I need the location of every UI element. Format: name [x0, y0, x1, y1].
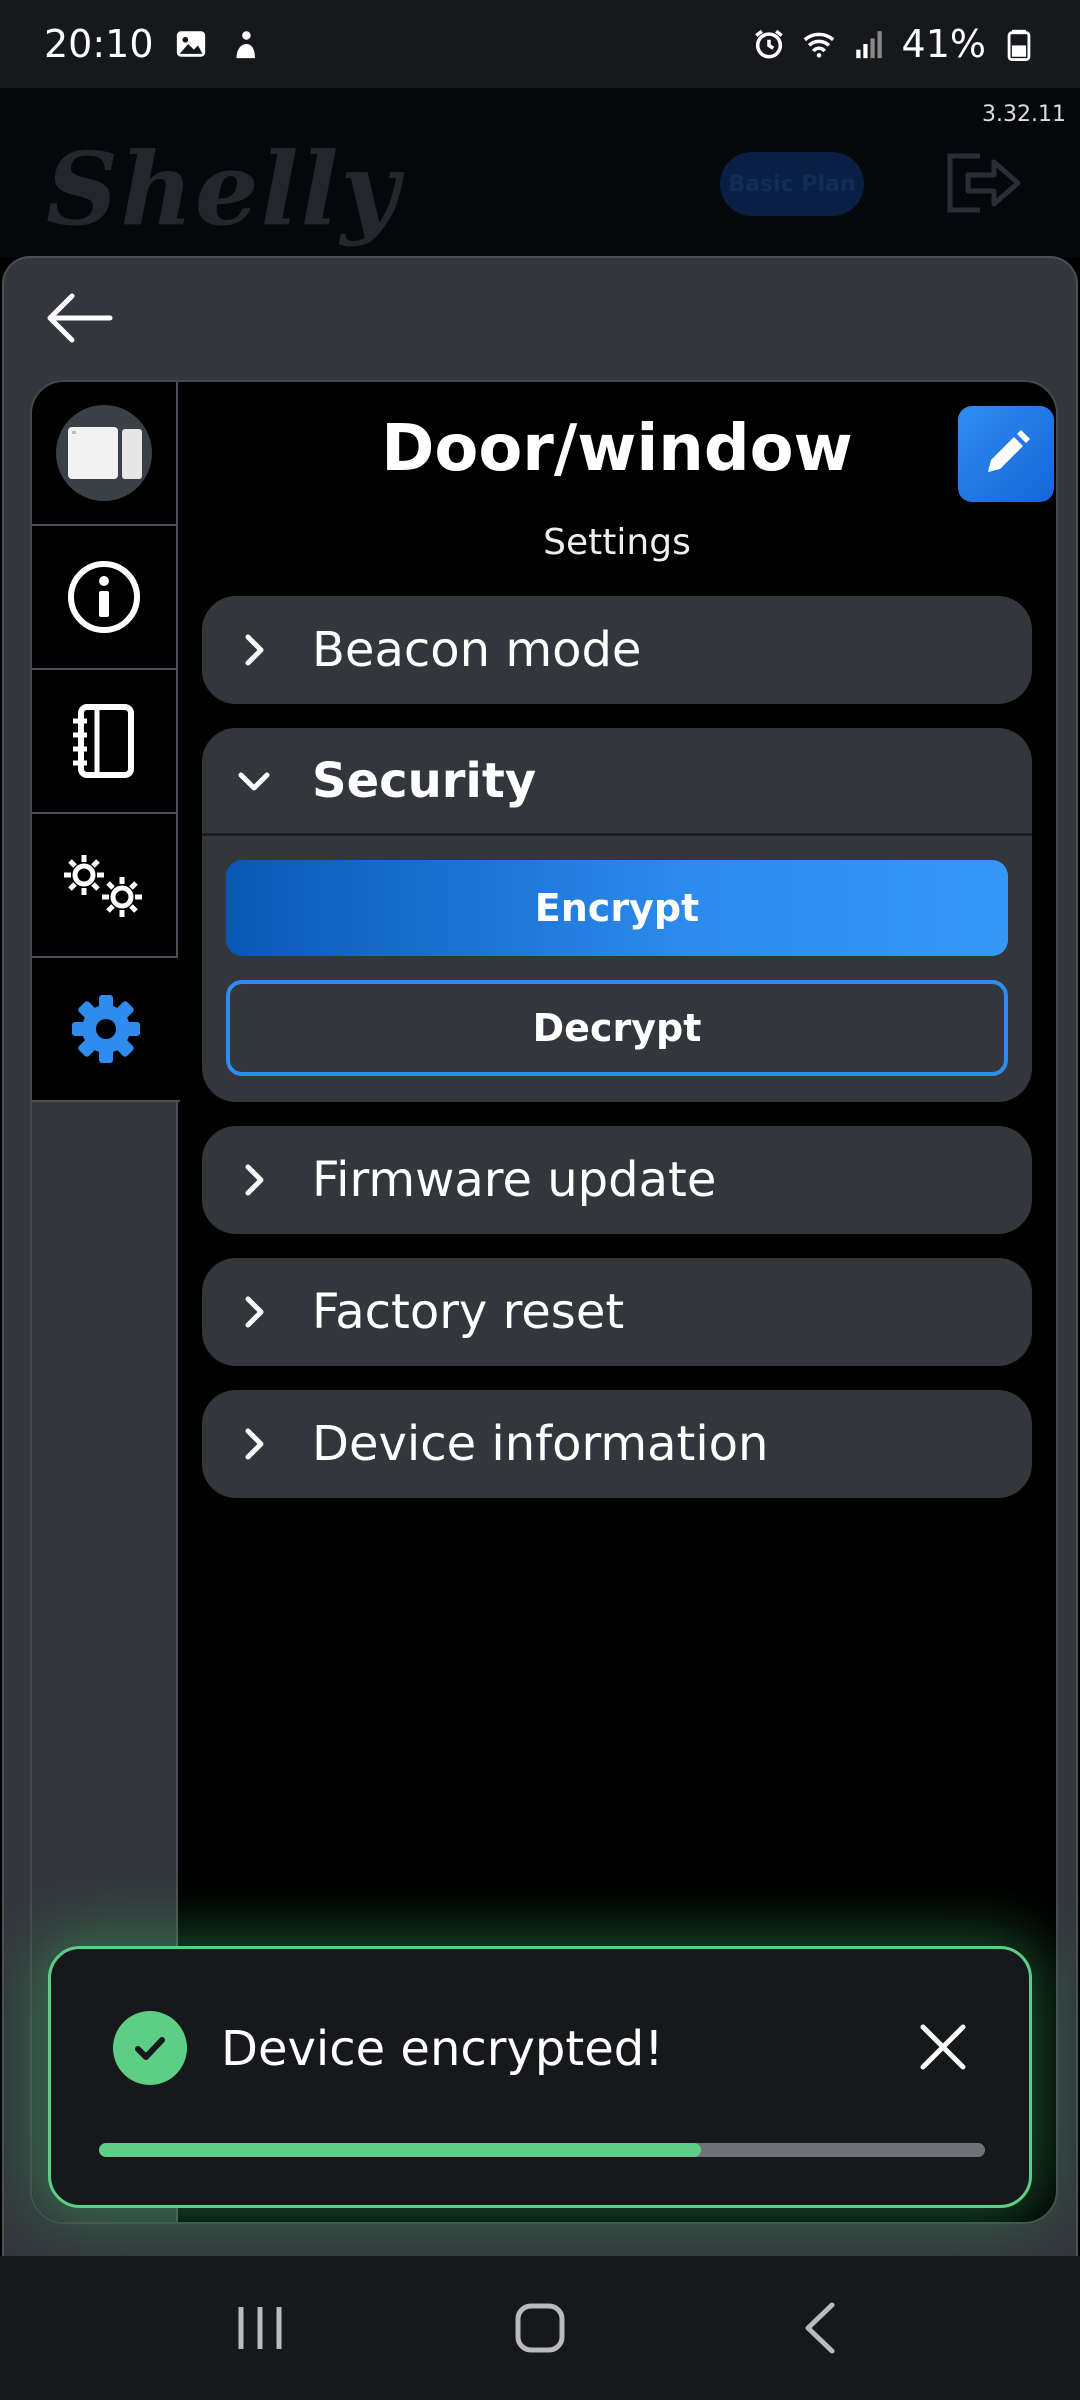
tab-device[interactable] — [32, 382, 176, 526]
page-subtitle: Settings — [543, 522, 691, 563]
status-time: 20:10 — [44, 22, 154, 66]
device-title: Door/window — [381, 412, 853, 486]
app-header: Shelly 3.32.11 Basic Plan — [0, 88, 1080, 258]
chevron-right-icon — [245, 634, 264, 666]
section-device-information[interactable]: Device information — [202, 1390, 1032, 1498]
decrypt-button[interactable]: Decrypt — [226, 980, 1008, 1076]
edit-button[interactable] — [958, 406, 1054, 502]
info-icon — [68, 561, 140, 633]
pencil-icon — [988, 430, 1030, 472]
nav-back-button[interactable] — [780, 2288, 860, 2368]
gears-icon — [64, 855, 142, 917]
logout-icon[interactable] — [944, 148, 1024, 218]
gear-icon — [72, 995, 140, 1063]
home-icon — [515, 2303, 565, 2353]
section-factory-reset[interactable]: Factory reset — [202, 1258, 1032, 1366]
signal-icon — [855, 31, 882, 59]
chevron-down-icon — [238, 772, 270, 790]
wifi-icon — [803, 32, 834, 58]
toast-progress-fill — [99, 2143, 702, 2157]
chevron-right-icon — [245, 1164, 264, 1196]
section-beacon-mode[interactable]: Beacon mode — [202, 596, 1032, 704]
tab-actions[interactable] — [32, 814, 176, 958]
section-label: Factory reset — [312, 1284, 625, 1340]
success-toast: Device encrypted! — [48, 1946, 1032, 2208]
system-nav-bar — [0, 2256, 1080, 2400]
gallery-icon — [176, 31, 205, 57]
recent-apps-icon — [238, 2307, 282, 2349]
nav-back-icon — [805, 2302, 835, 2354]
section-label: Device information — [312, 1416, 769, 1472]
section-header[interactable]: Beacon mode — [202, 596, 1032, 704]
toast-message: Device encrypted! — [221, 2021, 664, 2077]
notebook-icon — [73, 704, 134, 778]
close-icon[interactable] — [913, 2017, 973, 2077]
door-sensor-icon — [68, 427, 142, 479]
battery-level: 41% — [901, 22, 986, 66]
section-label: Firmware update — [312, 1152, 717, 1208]
battery-icon — [1007, 29, 1031, 61]
section-header[interactable]: Factory reset — [202, 1258, 1032, 1366]
section-header[interactable]: Firmware update — [202, 1126, 1032, 1234]
check-circle-icon — [113, 2011, 187, 2085]
device-thumbnail — [56, 405, 152, 501]
tab-log[interactable] — [32, 670, 176, 814]
section-header[interactable]: Device information — [202, 1390, 1032, 1498]
home-button[interactable] — [500, 2288, 580, 2368]
section-label: Beacon mode — [312, 622, 642, 678]
alarm-icon — [754, 29, 783, 59]
chevron-right-icon — [245, 1296, 264, 1328]
app-version: 3.32.11 — [982, 102, 1066, 127]
shelly-logo: Shelly — [46, 130, 401, 248]
section-header[interactable]: Security — [202, 728, 1032, 836]
plan-badge[interactable]: Basic Plan — [720, 152, 864, 216]
chevron-right-icon — [245, 1428, 264, 1460]
section-label: Security — [312, 752, 537, 809]
section-firmware-update[interactable]: Firmware update — [202, 1126, 1032, 1234]
encrypt-button[interactable]: Encrypt — [226, 860, 1008, 956]
toast-progress-bar — [99, 2143, 985, 2157]
recent-apps-button[interactable] — [220, 2288, 300, 2368]
back-arrow-icon[interactable] — [42, 288, 114, 348]
section-security: Security Encrypt Decrypt — [202, 728, 1032, 1102]
notification-icon — [236, 31, 255, 59]
security-body: Encrypt Decrypt — [202, 836, 1032, 1076]
tab-info[interactable] — [32, 526, 176, 670]
tab-settings[interactable] — [32, 958, 180, 1102]
status-bar: 20:10 41% — [0, 0, 1080, 88]
